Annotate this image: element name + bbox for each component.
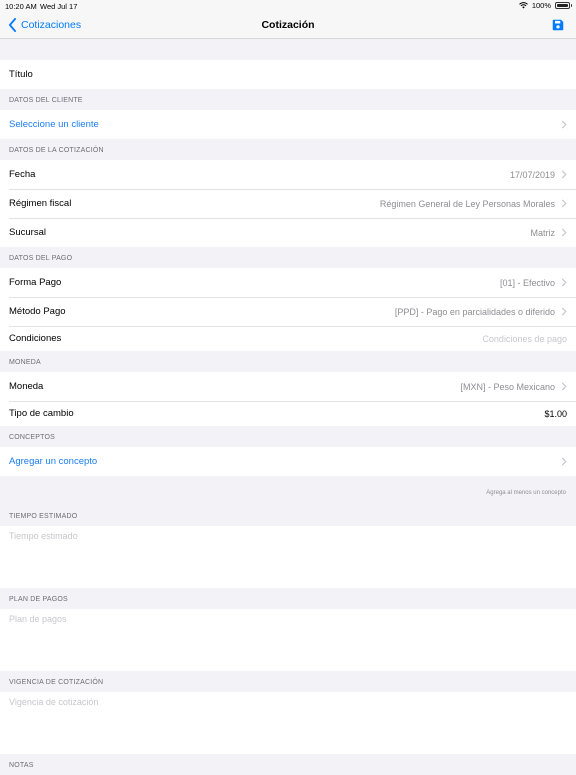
select-client-label: Seleccione un cliente [9,119,99,130]
wifi-icon [518,2,528,9]
regimen-value: Régimen General de Ley Personas Morales [379,198,555,209]
condiciones-field[interactable]: Condiciones de pago [482,334,567,344]
fecha-value: 17/07/2019 [509,169,555,180]
pago-section-header: Datos del pago [9,255,73,262]
regimen-label: Régimen fiscal [9,198,72,209]
cotizacion-section-header: Datos de la cotización [9,147,104,154]
sucursal-value: Matriz [530,227,556,238]
battery-icon [555,2,572,9]
vigencia-textarea[interactable]: Vigencia de cotización [0,692,576,754]
metodo-pago-row[interactable]: Método Pago [PPD] - Pago en parcialidade… [0,297,576,326]
fecha-label: Fecha [9,169,36,180]
status-bar: 10:20 AM Wed Jul 17 100% [0,0,576,12]
status-right: 100% [518,1,572,10]
conceptos-footer-note: Agrega al menos un concepto [486,490,566,496]
cliente-section-header: Datos del cliente [9,97,83,104]
moneda-value: [MXN] - Peso Mexicano [460,381,555,392]
sucursal-label: Sucursal [9,227,46,238]
tipo-cambio-label: Tipo de cambio [9,408,74,419]
condiciones-row[interactable]: Condiciones Condiciones de pago [0,326,576,351]
notas-section-header: Notas [9,762,34,769]
chevron-right-icon [561,199,567,208]
tiempo-section-header: Tiempo estimado [9,513,78,520]
forma-pago-label: Forma Pago [9,277,62,288]
save-icon[interactable] [552,19,564,31]
regimen-row[interactable]: Régimen fiscal Régimen General de Ley Pe… [0,189,576,218]
chevron-right-icon [561,120,567,129]
chevron-right-icon [561,228,567,237]
tipo-cambio-row[interactable]: Tipo de cambio $1.00 [0,401,576,426]
chevron-right-icon [561,278,567,287]
fecha-row[interactable]: Fecha 17/07/2019 [0,160,576,189]
conceptos-section-header: Conceptos [9,434,56,441]
sucursal-row[interactable]: Sucursal Matriz [0,218,576,247]
moneda-label: Moneda [9,381,44,392]
tipo-cambio-value[interactable]: $1.00 [544,409,567,419]
status-time: 10:20 AM [5,2,37,11]
chevron-right-icon [561,382,567,391]
tiempo-textarea[interactable]: Tiempo estimado [0,526,576,588]
plan-section-header: Plan de pagos [9,596,68,603]
select-client-row[interactable]: Seleccione un cliente [0,110,576,139]
chevron-right-icon [561,170,567,179]
chevron-right-icon [561,457,567,466]
titulo-row[interactable]: Título [0,60,576,89]
page-title: Cotización [261,19,315,31]
titulo-label: Título [9,69,33,80]
plan-textarea[interactable]: Plan de pagos [0,609,576,671]
chevron-right-icon [561,307,567,316]
moneda-section-header: Moneda [9,359,41,366]
condiciones-label: Condiciones [9,333,62,344]
status-date: Wed Jul 17 [40,2,78,11]
moneda-row[interactable]: Moneda [MXN] - Peso Mexicano [0,372,576,401]
battery-percent: 100% [531,1,551,10]
add-concept-label: Agregar un concepto [9,456,98,467]
navigation-bar: Cotizaciones Cotización [0,12,576,39]
form-content: Título Datos del cliente Seleccione un c… [0,39,576,775]
metodo-pago-label: Método Pago [9,306,66,317]
forma-pago-row[interactable]: Forma Pago [01] - Efectivo [0,268,576,297]
add-concept-row[interactable]: Agregar un concepto [0,447,576,476]
metodo-pago-value: [PPD] - Pago en parcialidades o diferido [394,306,555,317]
vigencia-section-header: Vigencia de cotización [9,679,104,686]
forma-pago-value: [01] - Efectivo [499,277,555,288]
